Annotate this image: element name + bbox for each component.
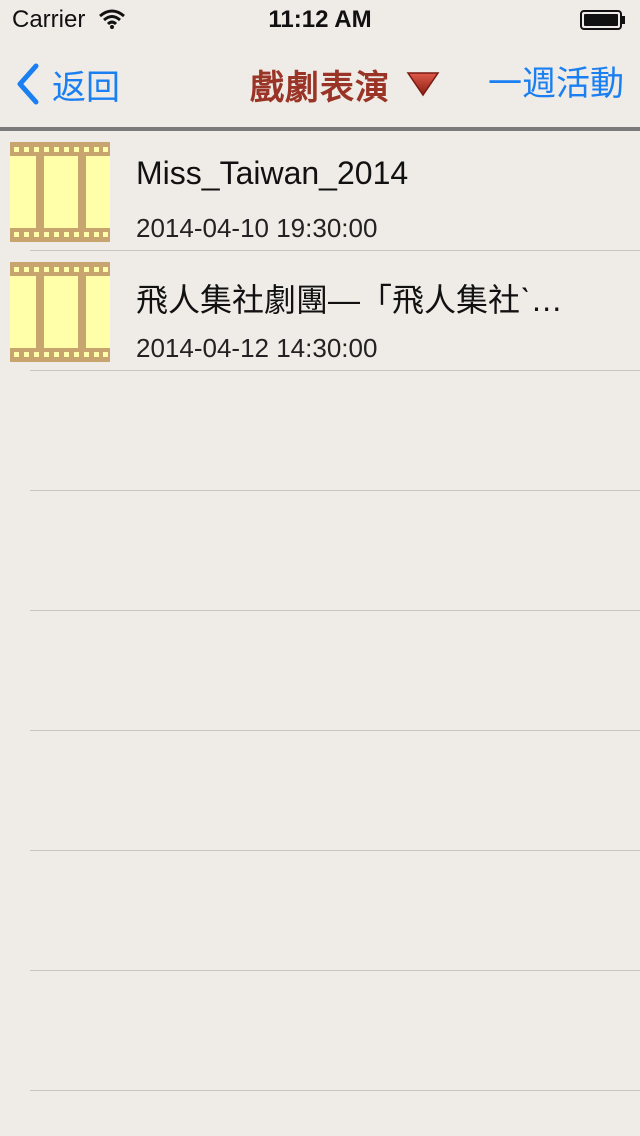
film-strip-icon xyxy=(10,142,110,242)
navigation-bar: 返回 戲劇表演 一週活動 xyxy=(0,40,640,128)
film-strip-icon xyxy=(10,262,110,362)
page-title: 戲劇表演 xyxy=(250,68,390,107)
event-date: 2014-04-12 14:30:00 xyxy=(136,333,378,363)
empty-row xyxy=(0,971,640,1091)
status-bar: Carrier 11:12 AM xyxy=(0,0,640,40)
status-time: 11:12 AM xyxy=(268,6,372,33)
empty-row xyxy=(0,851,640,971)
empty-row xyxy=(0,371,640,491)
weekly-events-button[interactable]: 一週活動 xyxy=(488,60,624,108)
event-row[interactable]: 飛人集社劇團—「飛人集社ˋ… 2014-04-12 14:30:00 xyxy=(0,251,640,371)
event-title: 飛人集社劇團—「飛人集社ˋ… xyxy=(136,282,563,318)
back-button[interactable]: 返回 xyxy=(14,60,120,108)
category-selector[interactable]: 戲劇表演 xyxy=(250,62,440,107)
event-title: Miss_Taiwan_2014 xyxy=(136,155,409,191)
battery-icon xyxy=(580,10,625,30)
empty-row xyxy=(0,731,640,851)
empty-row xyxy=(0,491,640,611)
row-separator xyxy=(30,1090,640,1091)
empty-row xyxy=(0,611,640,731)
event-list: Miss_Taiwan_2014 2014-04-10 19:30:00 飛人集… xyxy=(0,131,640,1091)
event-date: 2014-04-10 19:30:00 xyxy=(136,213,378,243)
chevron-left-icon xyxy=(17,63,39,105)
back-button-label: 返回 xyxy=(52,68,120,107)
event-row[interactable]: Miss_Taiwan_2014 2014-04-10 19:30:00 xyxy=(0,131,640,251)
triangle-down-icon xyxy=(406,72,440,97)
